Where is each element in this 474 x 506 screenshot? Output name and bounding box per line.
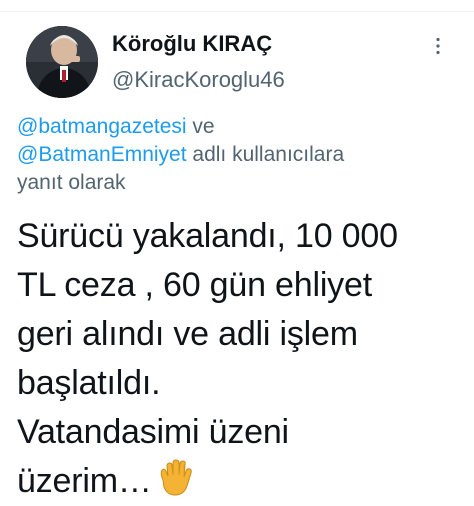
raised-hand-emoji-icon <box>160 459 192 496</box>
author-block: Köroğlu KIRAÇ @KiracKoroglu46 <box>112 30 412 94</box>
avatar[interactable] <box>26 26 98 98</box>
author-handle[interactable]: @KiracKoroglu46 <box>112 66 412 94</box>
reply-context: @batmangazetesi ve @BatmanEmniyet adlı k… <box>17 113 467 197</box>
tweet-card: Köroğlu KIRAÇ @KiracKoroglu46 @batmangaz… <box>0 0 474 505</box>
more-options-button[interactable] <box>424 32 452 60</box>
author-display-name[interactable]: Köroğlu KIRAÇ <box>112 30 412 58</box>
tweet-line: Vatandasimi üzeni <box>17 413 289 451</box>
mention-batmangazetesi[interactable]: @batmangazetesi <box>17 115 187 138</box>
avatar-image <box>26 26 98 98</box>
reply-context-line-3: yanıt olarak <box>17 171 126 194</box>
tweet-last-line: üzerim… <box>17 457 467 506</box>
tweet-line: üzerim… <box>17 462 152 500</box>
tweet-line: başlatıldı. <box>17 364 161 402</box>
tweet-line: Sürücü yakalandı, 10 000 <box>17 217 398 255</box>
tweet-line: geri alındı ve adli işlem <box>17 315 358 353</box>
tweet-line: TL ceza , 60 gün ehliyet <box>17 266 372 304</box>
reply-context-line-2: @BatmanEmniyet adlı kullanıcılara <box>17 141 467 169</box>
reply-suffix: adlı kullanıcılara <box>186 143 345 166</box>
reply-joiner: ve <box>186 115 215 138</box>
reply-context-line-1: @batmangazetesi ve <box>17 113 467 141</box>
mention-batmanemniyet[interactable]: @BatmanEmniyet <box>17 143 187 166</box>
tweet-text: Sürücü yakalandı, 10 000 TL ceza , 60 gü… <box>17 212 467 506</box>
more-options-icon <box>436 37 440 55</box>
